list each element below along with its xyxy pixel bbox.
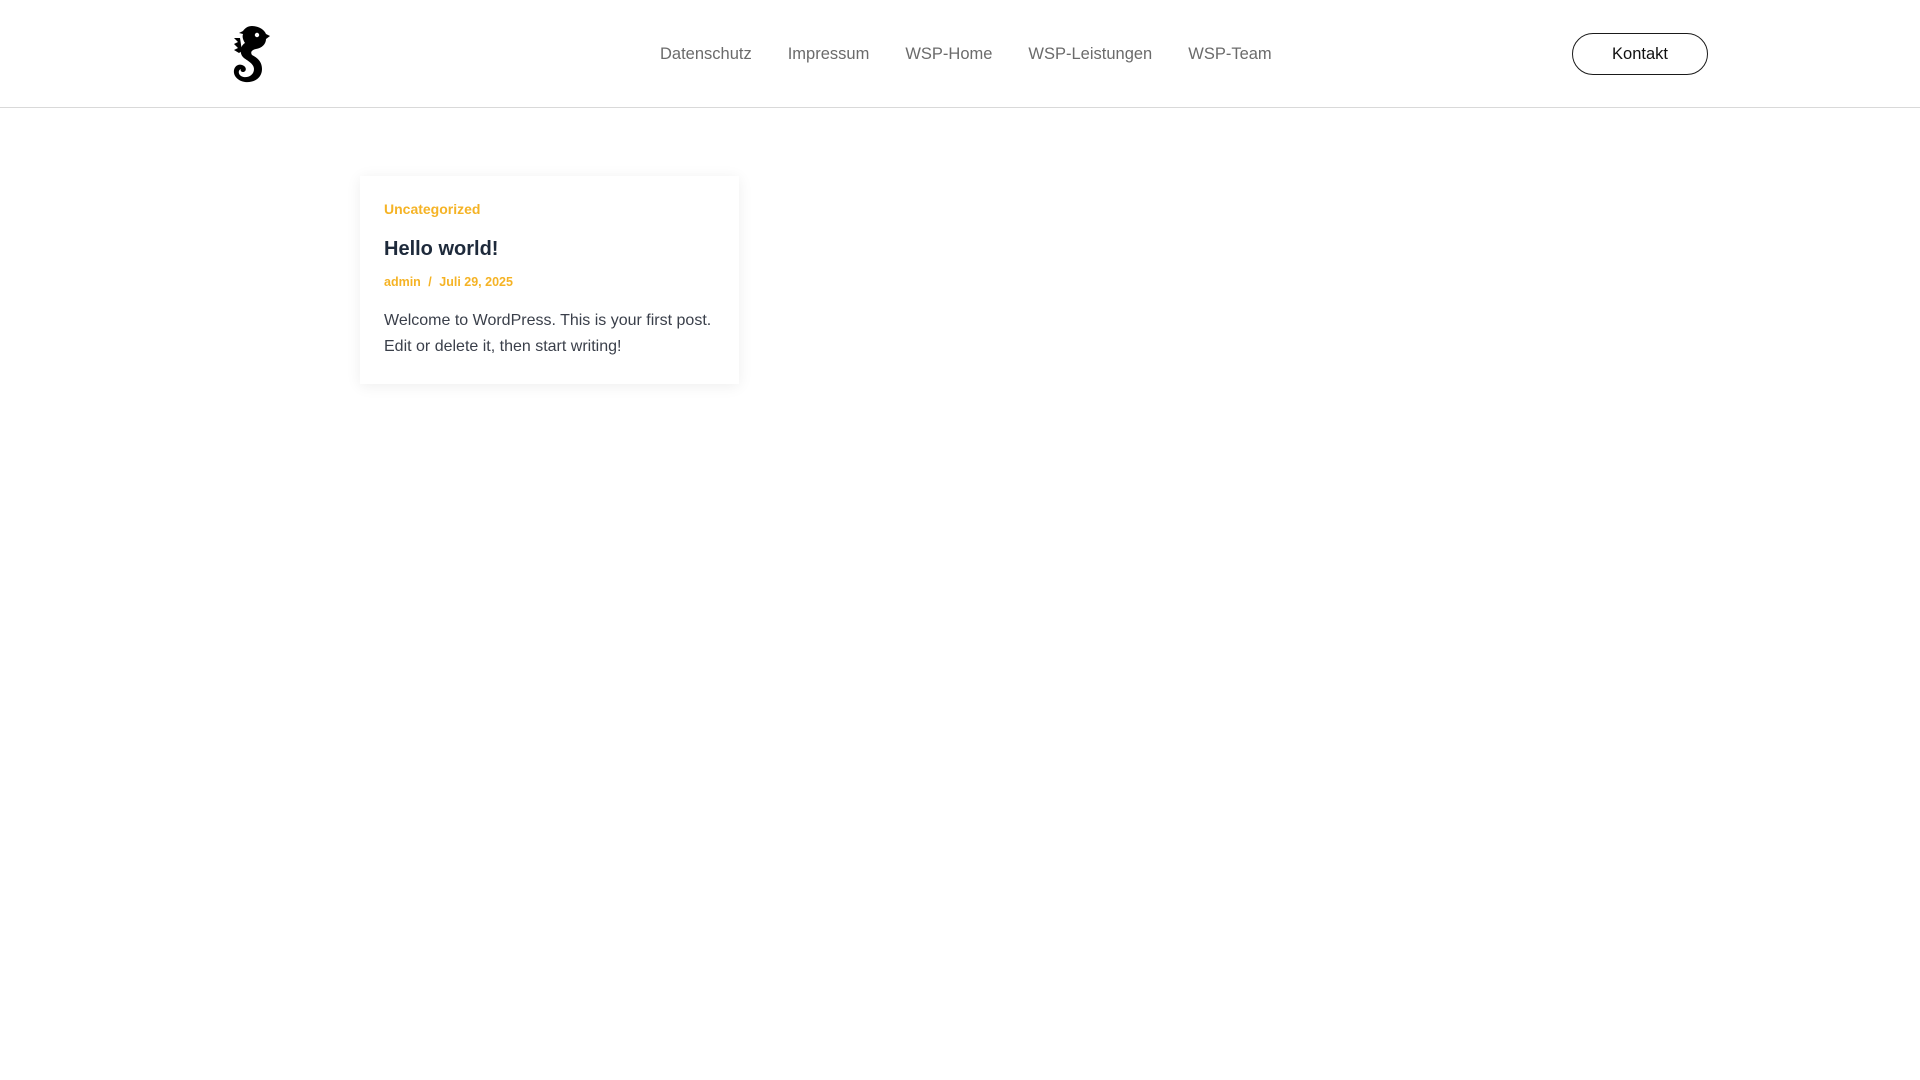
nav-item-wsp-home[interactable]: WSP-Home: [887, 44, 1010, 64]
nav-item-impressum[interactable]: Impressum: [770, 44, 888, 64]
site-header: Datenschutz Impressum WSP-Home WSP-Leist…: [0, 0, 1920, 108]
post-title-link[interactable]: Hello world!: [384, 236, 715, 262]
site-logo[interactable]: [228, 24, 272, 84]
nav-item-wsp-team[interactable]: WSP-Team: [1170, 44, 1289, 64]
kontakt-button[interactable]: Kontakt: [1572, 33, 1708, 75]
nav-item-datenschutz[interactable]: Datenschutz: [642, 44, 770, 64]
post-excerpt: Welcome to WordPress. This is your first…: [384, 312, 712, 355]
post-author-link[interactable]: admin: [384, 275, 421, 289]
nav-item-wsp-leistungen[interactable]: WSP-Leistungen: [1010, 44, 1170, 64]
post-meta-separator: /: [428, 275, 432, 289]
seahorse-logo-icon: [233, 26, 270, 83]
main-navigation: Datenschutz Impressum WSP-Home WSP-Leist…: [642, 0, 1290, 107]
post-date-link[interactable]: Juli 29, 2025: [439, 275, 513, 289]
post-category-link[interactable]: Uncategorized: [384, 200, 715, 218]
post-meta: admin / Juli 29, 2025: [384, 274, 715, 290]
post-card: Uncategorized Hello world! admin / Juli …: [360, 176, 739, 384]
